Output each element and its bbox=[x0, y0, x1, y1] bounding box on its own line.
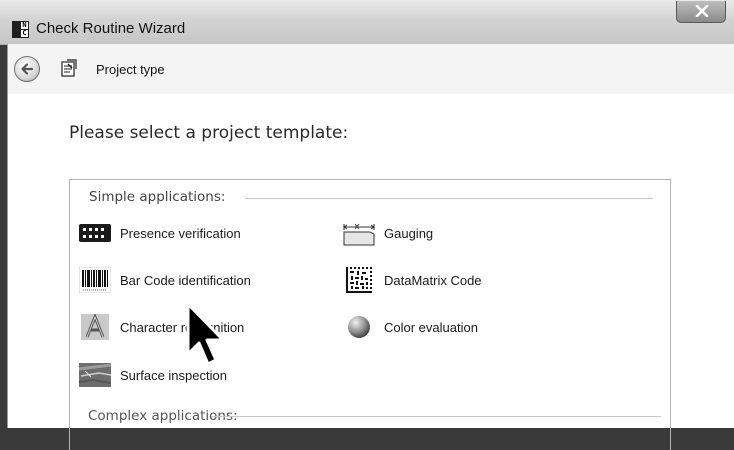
presence-icon bbox=[79, 220, 111, 246]
color-icon bbox=[343, 314, 375, 340]
template-label: DataMatrix Code bbox=[384, 272, 482, 288]
simple-applications-legend: Simple applications: bbox=[89, 189, 232, 205]
template-label: Bar Code identification bbox=[120, 272, 251, 288]
close-button[interactable] bbox=[676, 1, 726, 23]
back-arrow-icon bbox=[21, 63, 34, 75]
window-title: Check Routine Wizard bbox=[36, 20, 186, 37]
template-label: Presence verification bbox=[120, 225, 241, 241]
wizard-client-area: Project type Please select a project tem… bbox=[7, 44, 734, 450]
project-type-icon bbox=[61, 59, 77, 77]
template-label: Color evaluation bbox=[384, 319, 478, 335]
template-barcode-identification[interactable]: Bar Code identification bbox=[79, 265, 251, 295]
page-heading: Please select a project template: bbox=[69, 123, 349, 143]
close-icon bbox=[695, 5, 709, 17]
group-divider bbox=[211, 416, 661, 417]
app-icon: N C bbox=[12, 21, 29, 38]
barcode-icon bbox=[79, 267, 111, 293]
wizard-nav-bar: Project type bbox=[8, 44, 734, 94]
mouse-cursor-icon bbox=[186, 302, 225, 366]
template-presence-verification[interactable]: Presence verification bbox=[79, 218, 241, 248]
datamatrix-icon bbox=[343, 267, 375, 293]
template-datamatrix-code[interactable]: DataMatrix Code bbox=[343, 265, 482, 295]
template-label: Gauging bbox=[384, 225, 434, 241]
gauging-icon bbox=[343, 220, 375, 246]
template-color-evaluation[interactable]: Color evaluation bbox=[343, 312, 478, 342]
wizard-window: N C Check Routine Wizard Project type Pl… bbox=[0, 0, 734, 450]
title-bar: N C Check Routine Wizard bbox=[0, 0, 734, 45]
template-gauging[interactable]: Gauging bbox=[343, 218, 433, 248]
back-button[interactable] bbox=[14, 56, 40, 82]
nav-title: Project type bbox=[96, 62, 165, 77]
character-icon bbox=[79, 314, 111, 340]
group-divider bbox=[245, 198, 653, 199]
surface-icon bbox=[79, 362, 111, 388]
